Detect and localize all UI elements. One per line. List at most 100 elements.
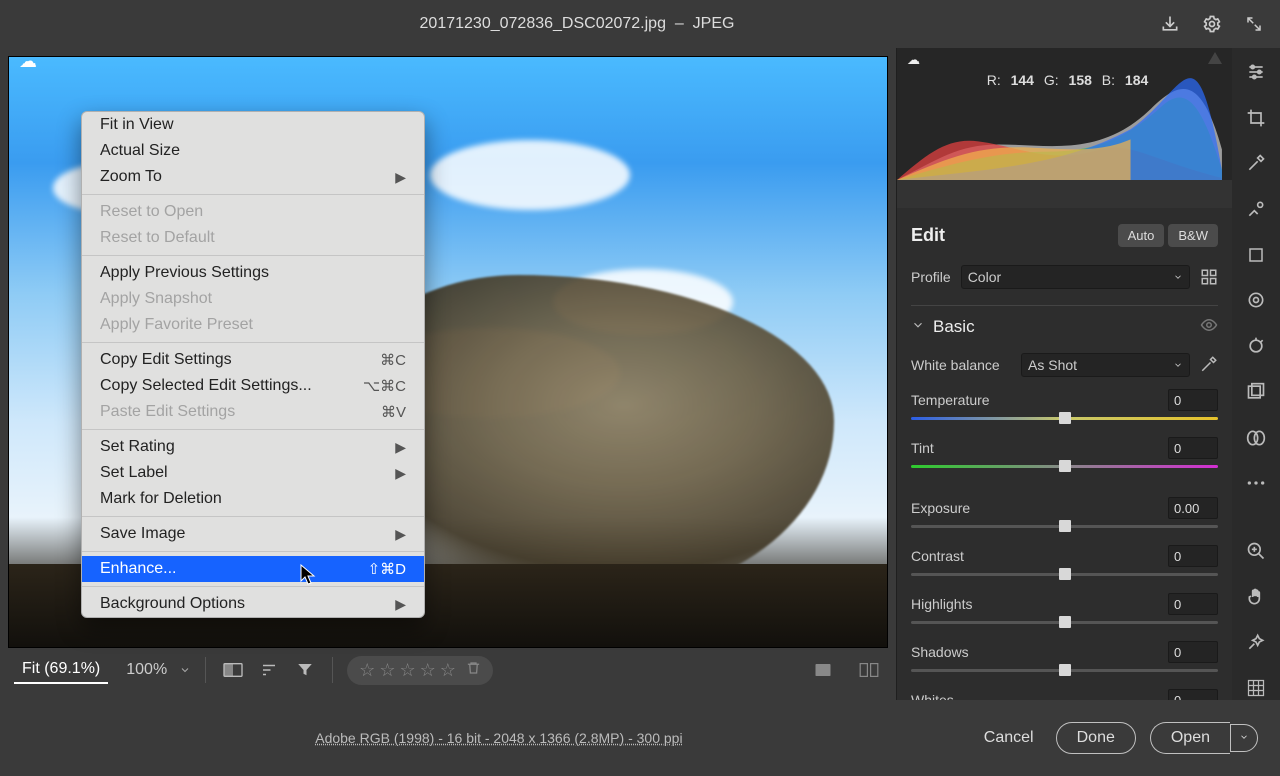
histogram[interactable]: ☁ R: 144 G: 158 B: 184 (897, 48, 1232, 180)
exposure-slider[interactable] (911, 519, 1218, 533)
tint-slider[interactable] (911, 459, 1218, 473)
basic-title: Basic (933, 317, 975, 337)
menu-item-enhance[interactable]: Enhance...⇧⌘D (82, 556, 424, 582)
menu-item-set-rating[interactable]: Set Rating▶ (82, 434, 424, 460)
zoom-tool-icon[interactable] (1243, 539, 1269, 563)
submenu-arrow-icon: ▶ (395, 526, 406, 543)
menu-item-apply-previous-settings[interactable]: Apply Previous Settings (82, 260, 424, 286)
ai-denoise-icon[interactable] (1243, 631, 1269, 655)
star-1[interactable]: ☆ (359, 660, 375, 681)
eyedropper-tool-icon[interactable] (1243, 151, 1269, 175)
contrast-value[interactable]: 0 (1168, 545, 1218, 567)
context-menu: Fit in ViewActual SizeZoom To▶Reset to O… (81, 111, 425, 618)
heal-brush-icon[interactable] (1243, 197, 1269, 221)
menu-item-fit-in-view[interactable]: Fit in View (82, 112, 424, 138)
more-icon[interactable] (1243, 471, 1269, 495)
redeye-icon[interactable] (1243, 334, 1269, 358)
basic-section-header[interactable]: Basic (911, 305, 1218, 347)
exposure-value[interactable]: 0.00 (1168, 497, 1218, 519)
open-button[interactable]: Open (1150, 722, 1230, 754)
submenu-arrow-icon: ▶ (395, 465, 406, 482)
submenu-arrow-icon: ▶ (395, 439, 406, 456)
menu-item-apply-snapshot: Apply Snapshot (82, 286, 424, 312)
menu-separator (82, 194, 424, 195)
menu-item-paste-edit-settings: Paste Edit Settings⌘V (82, 399, 424, 425)
done-button[interactable]: Done (1056, 722, 1136, 754)
fullscreen-icon[interactable] (1240, 10, 1268, 38)
menu-item-mark-for-deletion[interactable]: Mark for Deletion (82, 486, 424, 512)
menu-item-background-options[interactable]: Background Options▶ (82, 591, 424, 617)
menu-item-set-label[interactable]: Set Label▶ (82, 460, 424, 486)
image-metadata-summary[interactable]: Adobe RGB (1998) - 16 bit - 2048 x 1366 … (315, 724, 682, 746)
menu-shortcut: ⌘C (380, 351, 406, 369)
temperature-slider[interactable] (911, 411, 1218, 425)
radial-mask-icon[interactable] (1243, 289, 1269, 313)
chevron-down-icon (1239, 732, 1249, 742)
slider-contrast: Contrast0 (911, 539, 1218, 587)
slider-exposure: Exposure0.00 (911, 491, 1218, 539)
menu-separator (82, 516, 424, 517)
white-balance-select[interactable]: As Shot (1021, 353, 1190, 377)
visibility-toggle-icon[interactable] (1200, 316, 1218, 337)
presets-loop-icon[interactable] (1243, 426, 1269, 450)
split-view-icon[interactable] (856, 657, 882, 683)
zoom-fit-button[interactable]: Fit (69.1%) (14, 656, 108, 684)
single-view-icon[interactable] (810, 657, 836, 683)
edit-sliders-icon[interactable] (1243, 60, 1269, 84)
highlights-value[interactable]: 0 (1168, 593, 1218, 615)
title-bar: 20171230_072836_DSC02072.jpg – JPEG (0, 0, 1280, 48)
eyedropper-icon[interactable] (1200, 355, 1218, 376)
slider-temperature: Temperature0 (911, 383, 1218, 431)
submenu-arrow-icon: ▶ (395, 596, 406, 613)
rating-stars: ☆ ☆ ☆ ☆ ☆ (347, 656, 493, 685)
filter-icon[interactable] (292, 657, 318, 683)
menu-item-reset-to-default: Reset to Default (82, 225, 424, 251)
crop-icon[interactable] (1243, 106, 1269, 130)
trash-icon[interactable] (466, 660, 481, 681)
auto-button[interactable]: Auto (1118, 224, 1165, 247)
mask-square-icon[interactable] (1243, 243, 1269, 267)
highlights-slider[interactable] (911, 615, 1218, 629)
star-5[interactable]: ☆ (440, 660, 456, 681)
menu-item-apply-favorite-preset: Apply Favorite Preset (82, 312, 424, 338)
menu-item-actual-size[interactable]: Actual Size (82, 138, 424, 164)
contrast-slider[interactable] (911, 567, 1218, 581)
profile-browser-icon[interactable] (1200, 268, 1218, 286)
profile-label: Profile (911, 269, 951, 285)
menu-item-save-image[interactable]: Save Image▶ (82, 521, 424, 547)
star-3[interactable]: ☆ (399, 660, 415, 681)
open-button-dropdown[interactable] (1230, 724, 1258, 752)
tool-strip (1232, 48, 1280, 700)
zoom-percent-dropdown[interactable]: 100% (118, 657, 191, 683)
cancel-button[interactable]: Cancel (976, 723, 1042, 753)
menu-separator (82, 429, 424, 430)
grid-view-icon[interactable] (1243, 676, 1269, 700)
edit-panel: ☁ R: 144 G: 158 B: 184 Edit A (896, 48, 1232, 700)
menu-item-copy-edit-settings[interactable]: Copy Edit Settings⌘C (82, 347, 424, 373)
hand-tool-icon[interactable] (1243, 585, 1269, 609)
chevron-down-icon (911, 318, 925, 335)
edit-header: Edit Auto B&W (911, 216, 1218, 259)
whites-value[interactable]: 0 (1168, 689, 1218, 700)
chevron-down-icon (1173, 272, 1183, 282)
download-icon[interactable] (1156, 10, 1184, 38)
profile-select[interactable]: Color (961, 265, 1190, 289)
action-bar: Adobe RGB (1998) - 16 bit - 2048 x 1366 … (0, 700, 1280, 776)
gear-icon[interactable] (1198, 10, 1226, 38)
slider-tint: Tint0 (911, 431, 1218, 479)
menu-item-zoom-to[interactable]: Zoom To▶ (82, 164, 424, 190)
before-after-view-icon[interactable] (220, 657, 246, 683)
menu-item-copy-selected-edit-settings[interactable]: Copy Selected Edit Settings...⌥⌘C (82, 373, 424, 399)
filename: 20171230_072836_DSC02072.jpg (420, 15, 666, 32)
snapshots-icon[interactable] (1243, 380, 1269, 404)
sort-icon[interactable] (256, 657, 282, 683)
bw-button[interactable]: B&W (1168, 224, 1218, 247)
temperature-value[interactable]: 0 (1168, 389, 1218, 411)
shadows-value[interactable]: 0 (1168, 641, 1218, 663)
star-2[interactable]: ☆ (379, 660, 395, 681)
menu-separator (82, 586, 424, 587)
shadows-slider[interactable] (911, 663, 1218, 677)
tint-value[interactable]: 0 (1168, 437, 1218, 459)
star-4[interactable]: ☆ (420, 660, 436, 681)
menu-separator (82, 255, 424, 256)
